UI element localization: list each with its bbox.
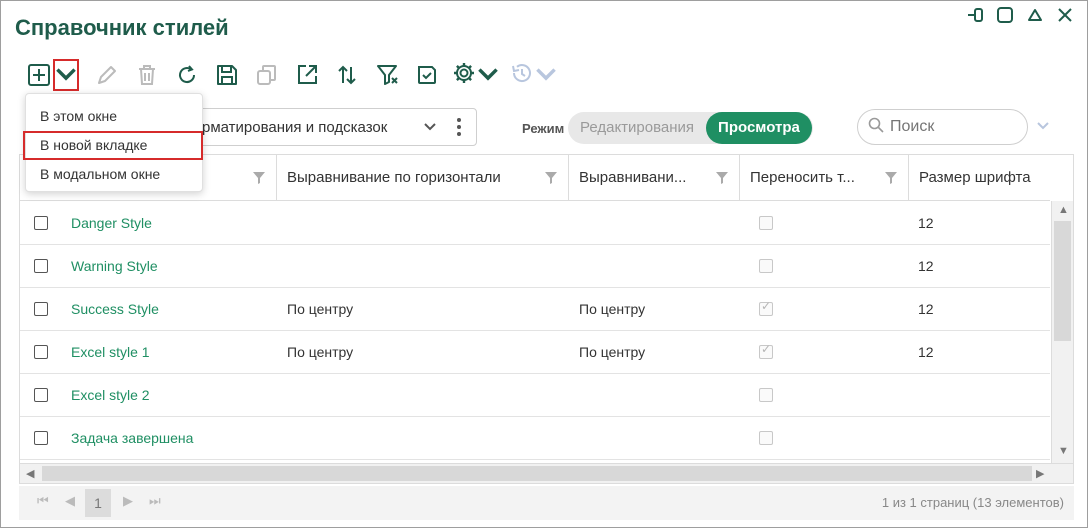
save-view-icon[interactable] bbox=[413, 61, 441, 89]
row-wrap-checkbox bbox=[759, 388, 773, 402]
view-select[interactable]: рматирования и подсказок bbox=[191, 108, 477, 146]
row-checkbox[interactable] bbox=[34, 216, 48, 230]
row-name[interactable]: Excel style 1 bbox=[71, 331, 150, 374]
row-name[interactable]: Задача завершена bbox=[71, 417, 193, 460]
row-name[interactable]: Success Style bbox=[71, 288, 159, 331]
chevron-down-icon[interactable] bbox=[1035, 117, 1051, 138]
delete-icon[interactable] bbox=[133, 61, 161, 89]
toolbar bbox=[25, 59, 569, 91]
chevron-down-icon bbox=[534, 61, 558, 90]
scroll-left-icon[interactable]: ◀ bbox=[26, 467, 34, 480]
row-name[interactable]: Warning Style bbox=[71, 245, 158, 288]
scroll-right-icon[interactable]: ▶ bbox=[1036, 467, 1044, 480]
column-header-h-align[interactable]: Выравнивание по горизонтали bbox=[277, 155, 569, 201]
mode-toggle: Редактирования Просмотра bbox=[568, 112, 813, 144]
last-page-icon[interactable]: ⏭ bbox=[149, 493, 161, 509]
search-input[interactable] bbox=[888, 117, 1018, 137]
filter-icon[interactable] bbox=[252, 171, 266, 185]
table-row[interactable]: Задача завершена bbox=[20, 417, 1050, 460]
copy-icon[interactable] bbox=[253, 61, 281, 89]
menu-item-new-tab[interactable]: В новой вкладке bbox=[23, 131, 203, 160]
next-page-icon[interactable]: ▶ bbox=[123, 493, 133, 509]
settings-button[interactable] bbox=[453, 61, 499, 89]
row-v-align: По центру bbox=[579, 344, 646, 360]
mode-option-view[interactable]: Просмотра bbox=[706, 112, 812, 144]
scroll-up-icon[interactable]: ▲ bbox=[1058, 204, 1069, 216]
more-vertical-icon[interactable] bbox=[456, 117, 462, 141]
sort-icon[interactable] bbox=[333, 61, 361, 89]
settings-icon bbox=[452, 61, 476, 90]
row-font-size: 12 bbox=[918, 215, 934, 231]
edit-icon[interactable] bbox=[93, 61, 121, 89]
row-wrap-checkbox bbox=[759, 431, 773, 445]
row-v-align: По центру bbox=[579, 301, 646, 317]
menu-item-modal-window[interactable]: В модальном окне bbox=[26, 160, 202, 189]
filter-icon[interactable] bbox=[544, 171, 558, 185]
column-header-font-size[interactable]: Размер шрифта bbox=[909, 155, 1050, 201]
row-checkbox[interactable] bbox=[34, 259, 48, 273]
add-dropdown-button[interactable] bbox=[53, 59, 79, 91]
minimize-icon[interactable] bbox=[965, 5, 985, 25]
row-wrap-checkbox bbox=[759, 342, 773, 359]
search-box bbox=[857, 109, 1028, 145]
menu-item-this-window[interactable]: В этом окне bbox=[26, 102, 202, 131]
row-wrap-checkbox bbox=[759, 299, 773, 316]
chevron-down-icon bbox=[422, 118, 438, 138]
row-wrap-checkbox bbox=[759, 259, 773, 273]
filter-clear-icon[interactable] bbox=[373, 61, 401, 89]
horizontal-scroll-thumb[interactable] bbox=[42, 466, 1032, 481]
row-font-size: 12 bbox=[918, 344, 934, 360]
history-button[interactable] bbox=[511, 61, 557, 89]
prev-page-icon[interactable]: ◀ bbox=[65, 493, 75, 509]
add-options-menu: В этом окне В новой вкладке В модальном … bbox=[23, 93, 203, 192]
column-header-wrap[interactable]: Переносить т... bbox=[740, 155, 909, 201]
row-h-align: По центру bbox=[287, 344, 354, 360]
filter-icon[interactable] bbox=[715, 171, 729, 185]
current-page[interactable]: 1 bbox=[85, 489, 111, 517]
mode-label: Режим bbox=[522, 121, 565, 136]
style-directory-window: Справочник стилей рматирования и подсказ… bbox=[0, 0, 1088, 528]
row-font-size: 12 bbox=[918, 301, 934, 317]
row-wrap-checkbox bbox=[759, 216, 773, 230]
row-h-align: По центру bbox=[287, 301, 354, 317]
table-row[interactable]: Excel style 1 По центру По центру 12 bbox=[20, 331, 1050, 374]
window-controls bbox=[965, 5, 1075, 25]
vertical-scroll-thumb[interactable] bbox=[1054, 221, 1071, 341]
save-icon[interactable] bbox=[213, 61, 241, 89]
row-font-size: 12 bbox=[918, 258, 934, 274]
horizontal-scrollbar[interactable]: ◀ ▶ bbox=[20, 463, 1073, 483]
table-row[interactable]: Success Style По центру По центру 12 bbox=[20, 288, 1050, 331]
row-name[interactable]: Excel style 2 bbox=[71, 374, 150, 417]
add-icon[interactable] bbox=[25, 61, 53, 89]
search-icon bbox=[868, 117, 884, 138]
row-checkbox[interactable] bbox=[34, 388, 48, 402]
pager-info: 1 из 1 страниц (13 элементов) bbox=[881, 495, 1064, 510]
column-header-v-align[interactable]: Выравнивани... bbox=[569, 155, 740, 201]
first-page-icon[interactable]: ⏮ bbox=[37, 493, 49, 509]
window-title: Справочник стилей bbox=[15, 15, 229, 40]
table-row[interactable]: Danger Style 12 bbox=[20, 202, 1050, 245]
styles-grid: Выравнивание по горизонтали Выравнивани.… bbox=[19, 154, 1074, 484]
table-row[interactable]: Warning Style 12 bbox=[20, 245, 1050, 288]
table-row[interactable]: Excel style 2 bbox=[20, 374, 1050, 417]
pager: ⏮ ◀ 1 ▶ ⏭ 1 из 1 страниц (13 элементов) bbox=[19, 486, 1074, 520]
row-checkbox[interactable] bbox=[34, 345, 48, 359]
row-checkbox[interactable] bbox=[34, 302, 48, 316]
refresh-icon[interactable] bbox=[173, 61, 201, 89]
filter-icon[interactable] bbox=[884, 171, 898, 185]
row-name[interactable]: Danger Style bbox=[71, 202, 152, 245]
vertical-scrollbar[interactable]: ▲ ▼ bbox=[1051, 201, 1073, 463]
row-checkbox[interactable] bbox=[34, 431, 48, 445]
mode-option-edit[interactable]: Редактирования bbox=[568, 112, 706, 144]
scroll-down-icon[interactable]: ▼ bbox=[1058, 445, 1069, 457]
history-icon bbox=[510, 61, 534, 90]
chevron-down-icon bbox=[476, 61, 500, 90]
chevron-down-icon bbox=[54, 61, 78, 90]
open-external-icon[interactable] bbox=[293, 61, 321, 89]
view-select-value: рматирования и подсказок bbox=[202, 118, 388, 136]
collapse-icon[interactable] bbox=[1025, 5, 1045, 25]
maximize-icon[interactable] bbox=[995, 5, 1015, 25]
close-icon[interactable] bbox=[1055, 5, 1075, 25]
